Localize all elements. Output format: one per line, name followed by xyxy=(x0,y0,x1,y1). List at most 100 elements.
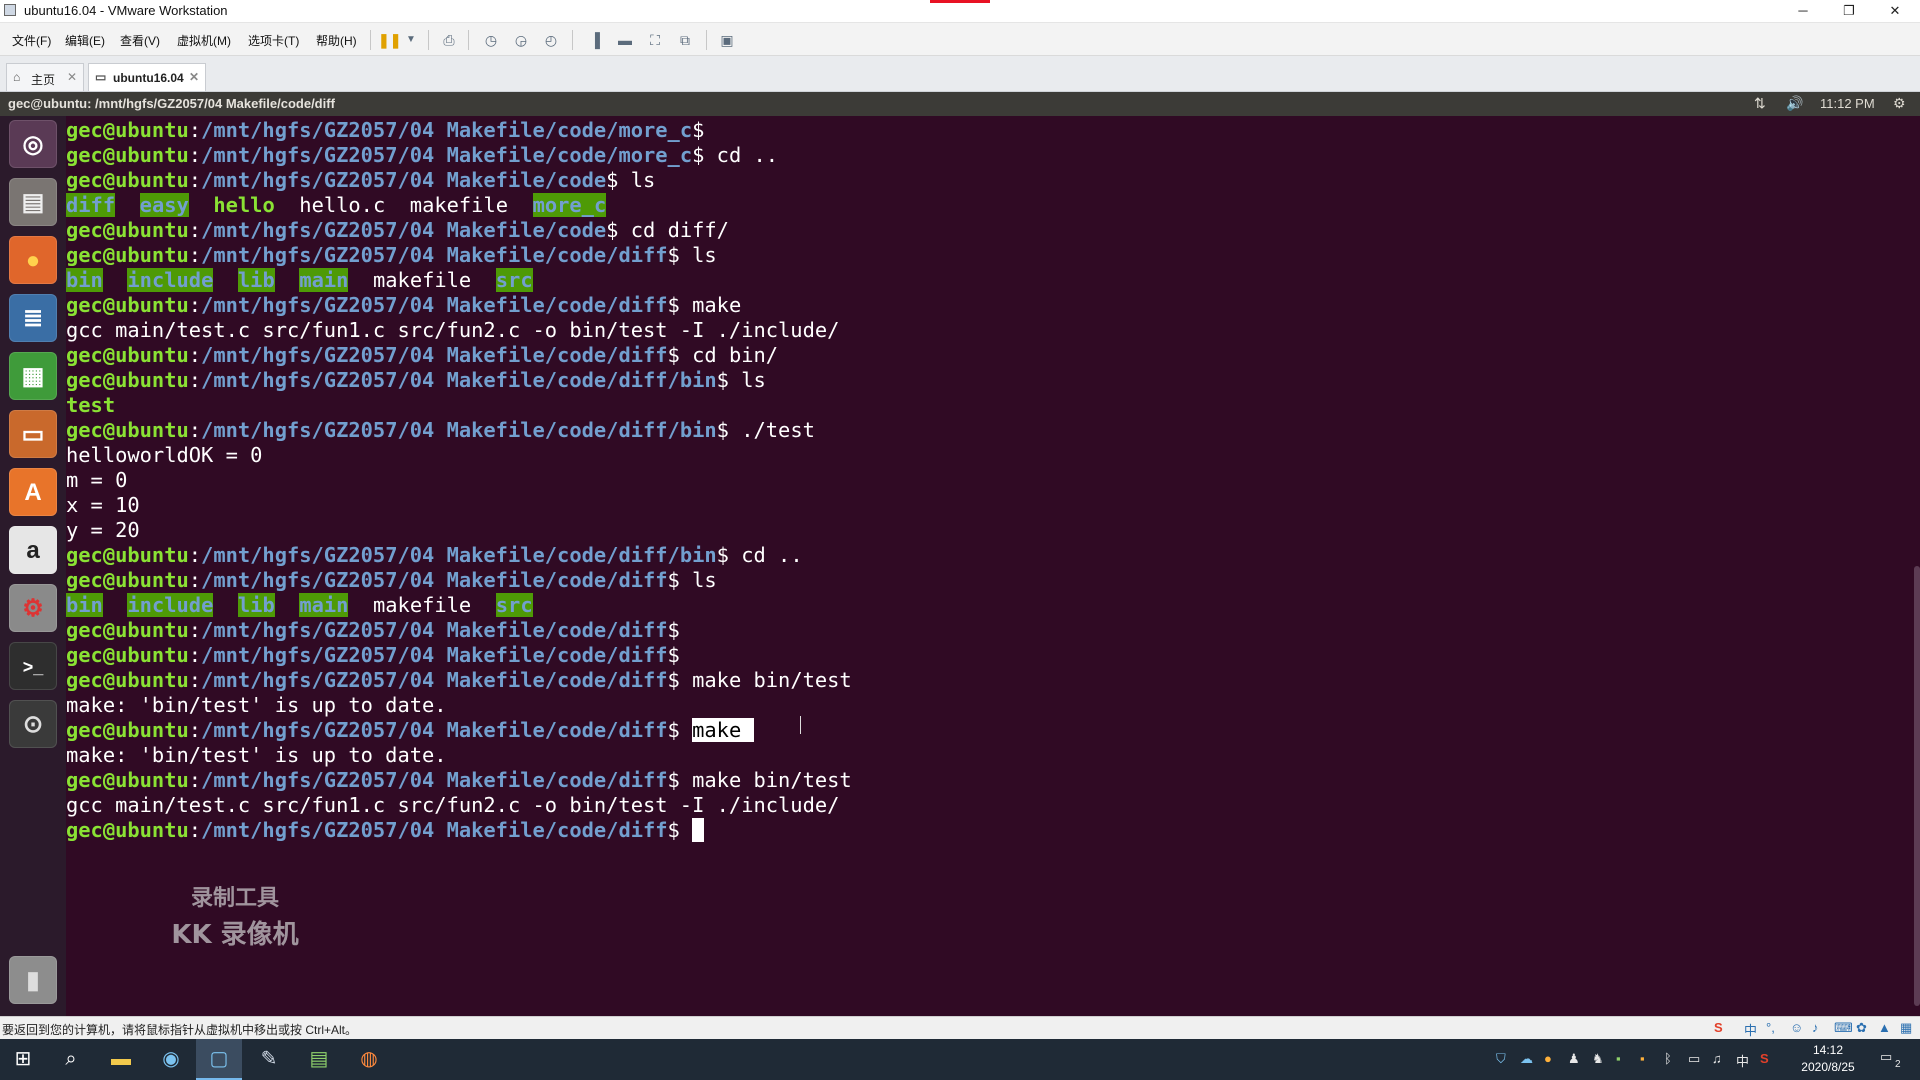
vmware-tab-bar: ⌂ 主页 ✕ ▭ ubuntu16.04 ✕ xyxy=(0,56,1920,92)
orange-tray-icon[interactable]: ▪ xyxy=(1640,1051,1645,1066)
recorder-icon[interactable]: ◍ xyxy=(346,1039,392,1080)
ls-gap xyxy=(275,193,300,217)
menu-file[interactable]: 文件(F) xyxy=(12,32,51,49)
tab-ubuntu[interactable]: ▭ ubuntu16.04 ✕ xyxy=(88,63,206,91)
prompt-separator: : xyxy=(188,343,202,367)
fullscreen-icon[interactable]: ⛶ xyxy=(644,29,666,51)
files-icon[interactable]: ▤ xyxy=(9,178,57,226)
restore-button[interactable]: ❐ xyxy=(1826,0,1872,22)
terminal-prompt-line: gec@ubuntu:/mnt/hgfs/GZ2057/04 Makefile/… xyxy=(66,818,852,843)
view-options-icon[interactable]: ▣ xyxy=(716,29,738,51)
tray-ime[interactable]: 中 xyxy=(1736,1051,1749,1070)
input-tray-icon[interactable]: ♞ xyxy=(1592,1051,1604,1067)
security-icon[interactable]: ⛉ xyxy=(1496,1051,1506,1067)
sogou-ime-icon[interactable]: S xyxy=(1714,1020,1723,1035)
menu-tabs[interactable]: 选项卡(T) xyxy=(248,32,299,49)
amazon-icon[interactable]: a xyxy=(9,526,57,574)
prompt-path: /mnt/hgfs/GZ2057/04 Makefile/code xyxy=(201,168,607,192)
calc-icon[interactable]: ▦ xyxy=(9,352,57,400)
chevron-down-icon[interactable]: ▼ xyxy=(400,29,422,51)
writer-icon[interactable]: ≣ xyxy=(9,294,57,342)
dash-home-icon[interactable]: ◎ xyxy=(9,120,57,168)
output-text: make: 'bin/test' is up to date. xyxy=(66,743,447,767)
search-icon[interactable]: ⌕ xyxy=(48,1039,94,1080)
window-title: ubuntu16.04 - VMware Workstation xyxy=(24,3,228,18)
green-tray-icon[interactable]: ▪ xyxy=(1616,1051,1621,1066)
minimize-button[interactable]: ─ xyxy=(1780,0,1826,22)
pause-icon[interactable]: ❚❚ xyxy=(378,29,401,51)
prompt-user: gec@ubuntu xyxy=(66,368,189,392)
close-icon[interactable]: ✕ xyxy=(67,70,77,84)
prompt-path: /mnt/hgfs/GZ2057/04 Makefile/code/diff xyxy=(201,618,668,642)
ls-entry-dir: include xyxy=(127,593,214,617)
skin-icon[interactable]: ✿ xyxy=(1856,1020,1867,1036)
terminal-icon[interactable]: >_ xyxy=(9,642,57,690)
firefox-icon[interactable]: ● xyxy=(9,236,57,284)
cloud-icon[interactable]: ☁ xyxy=(1520,1051,1533,1067)
bluetooth-icon[interactable]: ᛒ xyxy=(1664,1051,1672,1066)
menu-vm[interactable]: 虚拟机(M) xyxy=(177,32,231,49)
close-icon[interactable]: ✕ xyxy=(189,70,199,84)
sogou-tray-icon[interactable]: S xyxy=(1760,1051,1769,1066)
keyboard-icon[interactable]: ⌨ xyxy=(1834,1020,1853,1036)
vmware-app-icon xyxy=(4,4,16,16)
trash-icon[interactable]: ▮ xyxy=(9,956,57,1004)
vm-icon: ▭ xyxy=(95,70,107,84)
app-tray-icon[interactable]: ● xyxy=(1544,1051,1552,1066)
ime-mode[interactable]: 中 xyxy=(1744,1020,1757,1039)
menu-edit[interactable]: 编辑(E) xyxy=(65,32,105,49)
terminal-ls-line: bin include lib main makefile src xyxy=(66,593,852,618)
close-button[interactable]: ✕ xyxy=(1872,0,1918,22)
snapshot-revert-icon[interactable]: ◶ xyxy=(510,29,532,51)
prompt-symbol: $ xyxy=(667,768,693,792)
notepad-icon[interactable]: ✎ xyxy=(246,1039,292,1080)
panel-clock[interactable]: 11:12 PM xyxy=(1820,96,1875,111)
file-explorer-icon[interactable]: ▬ xyxy=(98,1039,144,1080)
vmware-taskbar-icon[interactable]: ▢ xyxy=(196,1039,242,1080)
toolbox-icon[interactable]: ▲ xyxy=(1878,1020,1891,1035)
menu-grid-icon[interactable]: ▦ xyxy=(1900,1020,1912,1036)
terminal-cursor xyxy=(692,818,705,842)
prompt-separator: : xyxy=(188,143,202,167)
taskbar-clock[interactable]: 14:12 2020/8/25 xyxy=(1788,1042,1868,1076)
terminal-scrollbar[interactable] xyxy=(1914,566,1920,1006)
network-tray-icon[interactable]: ▭ xyxy=(1688,1051,1700,1067)
tab-home[interactable]: ⌂ 主页 ✕ xyxy=(6,63,84,91)
ls-gap xyxy=(189,193,214,217)
terminal-prompt-line: gec@ubuntu:/mnt/hgfs/GZ2057/04 Makefile/… xyxy=(66,168,852,193)
snapshot-manager-icon[interactable]: ◴ xyxy=(540,29,562,51)
editor-icon[interactable]: ▤ xyxy=(296,1039,342,1080)
prompt-path: /mnt/hgfs/GZ2057/04 Makefile/code/diff xyxy=(201,568,668,592)
prompt-user: gec@ubuntu xyxy=(66,568,189,592)
software-center-icon[interactable]: A xyxy=(9,468,57,516)
gear-icon[interactable]: ⚙ xyxy=(1893,95,1906,112)
user-tray-icon[interactable]: ♟ xyxy=(1568,1051,1580,1067)
send-keys-icon[interactable]: ⎙ xyxy=(438,29,460,51)
console-view-icon[interactable]: ▬ xyxy=(614,29,636,51)
notification-count: 2 xyxy=(1895,1059,1901,1070)
library-icon[interactable]: ▐ xyxy=(584,29,606,51)
impress-icon[interactable]: ▭ xyxy=(9,410,57,458)
prompt-user: gec@ubuntu xyxy=(66,668,189,692)
punctuation-icon[interactable]: °, xyxy=(1766,1020,1775,1035)
network-icon[interactable]: ⇅ xyxy=(1754,95,1766,112)
browser-icon[interactable]: ◉ xyxy=(148,1039,194,1080)
microphone-icon[interactable]: ♪ xyxy=(1812,1020,1819,1035)
terminal-prompt-line: gec@ubuntu:/mnt/hgfs/GZ2057/04 Makefile/… xyxy=(66,568,852,593)
speaker-icon[interactable]: ♫ xyxy=(1712,1051,1722,1066)
prompt-separator: : xyxy=(188,618,202,642)
windows-start-icon[interactable]: ⊞ xyxy=(0,1039,46,1080)
emoji-icon[interactable]: ☺ xyxy=(1790,1020,1803,1035)
command-text: ls xyxy=(692,243,717,267)
terminal-window[interactable]: gec@ubuntu:/mnt/hgfs/GZ2057/04 Makefile/… xyxy=(66,116,1920,1016)
menu-view[interactable]: 查看(V) xyxy=(120,32,160,49)
snapshot-icon[interactable]: ◷ xyxy=(480,29,502,51)
vmware-tools-icon[interactable]: ⊙ xyxy=(9,700,57,748)
menu-help[interactable]: 帮助(H) xyxy=(316,32,357,49)
notification-icon[interactable]: ▭ xyxy=(1880,1049,1892,1065)
settings-icon[interactable]: ⚙ xyxy=(9,584,57,632)
command-text: cd bin/ xyxy=(692,343,779,367)
unity-icon[interactable]: ⧉ xyxy=(674,29,696,51)
terminal-window-title: gec@ubuntu: /mnt/hgfs/GZ2057/04 Makefile… xyxy=(8,96,335,111)
volume-icon[interactable]: 🔊 xyxy=(1786,95,1803,112)
